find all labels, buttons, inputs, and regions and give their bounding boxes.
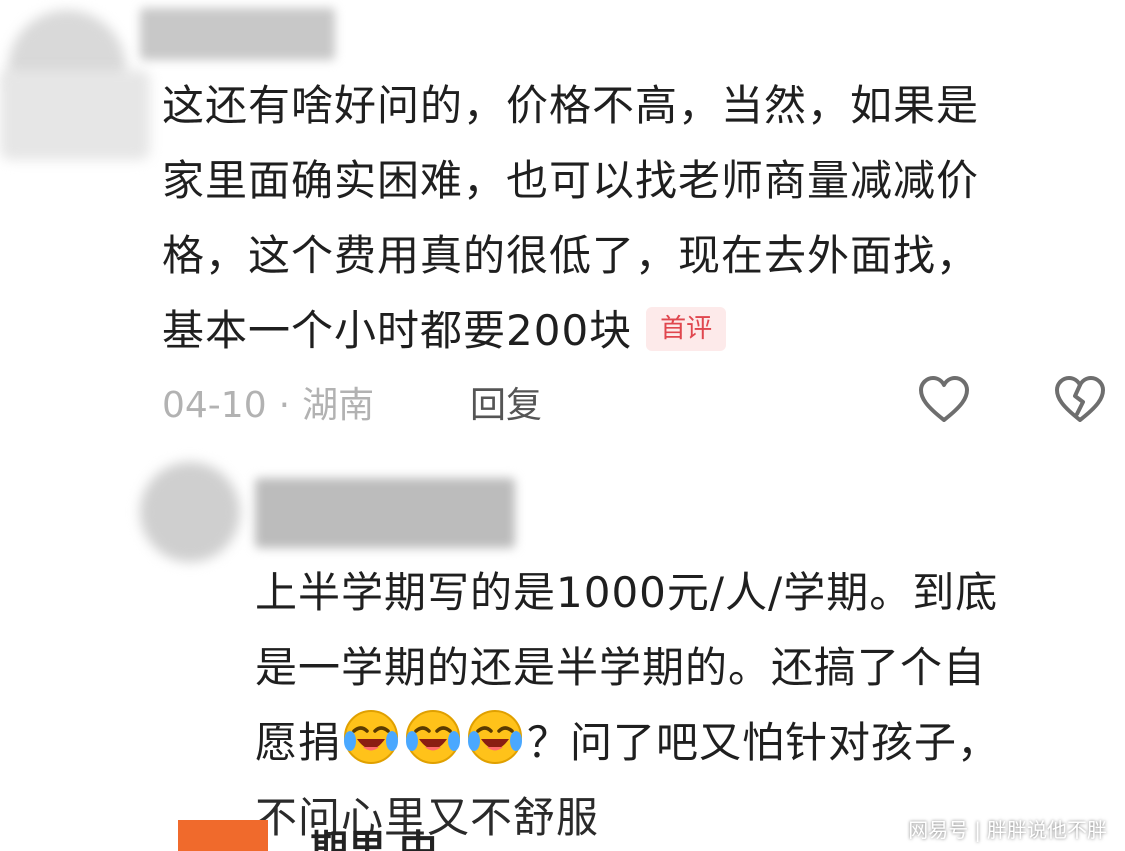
bottom-partial-text: 期里 中 <box>310 827 438 851</box>
comment-line: 上半学期写的是1000元/人/学期。到底 <box>255 568 999 617</box>
avatar-blur-halo <box>0 70 150 160</box>
laughing-crying-emoji-icon <box>468 710 523 764</box>
comment-line: 家里面确实困难，也可以找老师商量减减价 <box>162 156 980 205</box>
watermark-separator: | <box>974 818 981 842</box>
watermark-source: 网易号 <box>908 818 969 842</box>
comment-line-suffix: ？问了吧又怕针对孩子， <box>527 718 1001 767</box>
first-comment-badge: 首评 <box>646 307 727 351</box>
comment-line: 格，这个费用真的很低了，现在去外面找， <box>162 231 980 280</box>
comment-line-with-badge: 基本一个小时都要200块 首评 <box>162 293 979 368</box>
comment-screenshot: 这还有啥好问的，价格不高，当然，如果是 家里面确实困难，也可以找老师商量减减价 … <box>0 0 1125 851</box>
laughing-crying-emoji-icon <box>344 710 399 764</box>
comment-line: 基本一个小时都要200块 <box>162 306 633 355</box>
comment-line-prefix: 愿捐 <box>255 718 342 767</box>
comment-body: 这还有啥好问的，价格不高，当然，如果是 家里面确实困难，也可以找老师商量减减价 … <box>162 68 979 368</box>
username[interactable] <box>140 8 335 60</box>
avatar[interactable] <box>140 462 240 562</box>
bottom-orange-block <box>178 820 268 851</box>
heart-outline-icon[interactable] <box>916 372 972 428</box>
comment-date: 04-10 <box>162 385 267 426</box>
comment-line: 这还有啥好问的，价格不高，当然，如果是 <box>162 81 980 130</box>
comment-line: 是一学期的还是半学期的。还搞了个自 <box>255 643 987 692</box>
comment-location: 湖南 <box>302 385 375 426</box>
reply-comment-body: 上半学期写的是1000元/人/学期。到底 是一学期的还是半学期的。还搞了个自 愿… <box>255 555 1000 851</box>
watermark-author: 胖胖说他不胖 <box>987 818 1107 842</box>
broken-heart-icon[interactable] <box>1052 372 1108 428</box>
watermark: 网易号 | 胖胖说他不胖 <box>908 814 1107 843</box>
reply-button[interactable]: 回复 <box>470 376 542 428</box>
comment-meta: 04-10 · 湖南 <box>162 376 374 428</box>
username[interactable] <box>255 478 515 548</box>
laughing-crying-emoji-icon <box>406 710 461 764</box>
comment-line-with-emoji: 愿捐 ？问了吧又怕针对孩子， <box>255 705 1000 780</box>
meta-separator: · <box>278 385 291 426</box>
